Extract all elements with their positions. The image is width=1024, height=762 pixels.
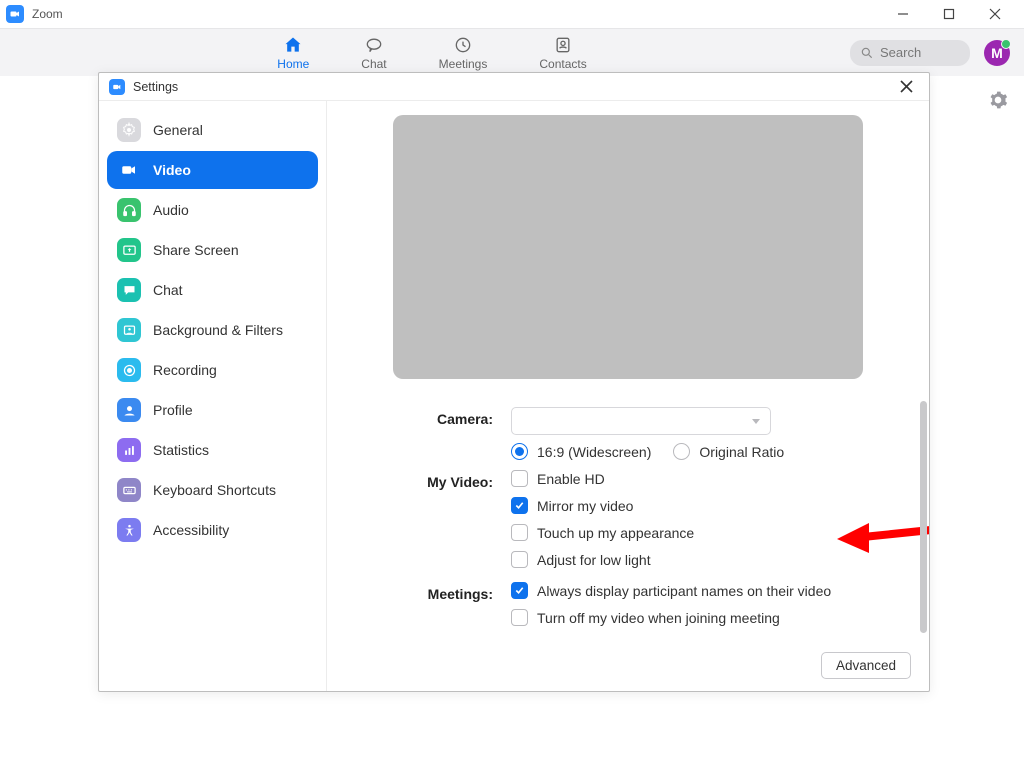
search-input[interactable]: Search [850, 40, 970, 66]
keyboard-icon [117, 478, 141, 502]
search-placeholder: Search [880, 45, 921, 60]
sidebar-item-label: Profile [153, 402, 193, 418]
checkbox-icon [511, 470, 528, 487]
window-title: Zoom [32, 7, 63, 21]
checkbox-icon [511, 582, 528, 599]
checkbox-label: Touch up my appearance [537, 525, 694, 541]
sidebar-item-label: Accessibility [153, 522, 229, 538]
sidebar-item-label: General [153, 122, 203, 138]
window-close-button[interactable] [972, 0, 1018, 28]
stats-icon [117, 438, 141, 462]
sidebar-item-share-screen[interactable]: Share Screen [107, 231, 318, 269]
sidebar-item-label: Video [153, 162, 191, 178]
settings-dialog-title: Settings [133, 80, 178, 94]
zoom-app-icon [6, 5, 24, 23]
checkbox-label: Enable HD [537, 471, 605, 487]
settings-gear-button[interactable] [988, 90, 1008, 115]
gear-icon [117, 118, 141, 142]
zoom-app-icon [109, 79, 125, 95]
share-screen-icon [117, 238, 141, 262]
window-titlebar: Zoom [0, 0, 1024, 28]
settings-main-panel: Camera: 16:9 (Widescreen) Original Ratio [327, 101, 929, 691]
settings-dialog: Settings General Video Audio Share Scree… [98, 72, 930, 692]
sidebar-item-video[interactable]: Video [107, 151, 318, 189]
chat-icon [364, 35, 384, 55]
checkbox-label: Always display participant names on thei… [537, 583, 831, 599]
settings-dialog-header: Settings [99, 73, 929, 101]
checkbox-label: Mirror my video [537, 498, 633, 514]
sidebar-item-label: Keyboard Shortcuts [153, 482, 276, 498]
scrollbar-thumb[interactable] [920, 401, 927, 633]
search-icon [860, 46, 874, 60]
nav-label: Home [277, 57, 309, 71]
sidebar-item-chat[interactable]: Chat [107, 271, 318, 309]
video-icon [117, 158, 141, 182]
background-icon [117, 318, 141, 342]
sidebar-item-label: Recording [153, 362, 217, 378]
checkbox-label: Turn off my video when joining meeting [537, 610, 780, 626]
window-maximize-button[interactable] [926, 0, 972, 28]
checkbox-icon [511, 551, 528, 568]
aspect-widescreen-radio[interactable]: 16:9 (Widescreen) [511, 443, 651, 460]
checkbox-icon [511, 497, 528, 514]
profile-icon [117, 398, 141, 422]
sidebar-item-accessibility[interactable]: Accessibility [107, 511, 318, 549]
settings-close-button[interactable] [893, 74, 919, 100]
video-preview [393, 115, 863, 379]
nav-label: Chat [361, 57, 386, 71]
adjust-low-light-checkbox[interactable]: Adjust for low light [511, 551, 899, 568]
nav-contacts[interactable]: Contacts [539, 35, 586, 71]
radio-label: Original Ratio [699, 444, 784, 460]
sidebar-item-label: Chat [153, 282, 183, 298]
sidebar-item-keyboard-shortcuts[interactable]: Keyboard Shortcuts [107, 471, 318, 509]
radio-icon [673, 443, 690, 460]
display-participant-names-checkbox[interactable]: Always display participant names on thei… [511, 582, 899, 599]
radio-icon [511, 443, 528, 460]
sidebar-item-label: Statistics [153, 442, 209, 458]
advanced-button[interactable]: Advanced [821, 652, 911, 679]
contacts-icon [553, 35, 573, 55]
meetings-label: Meetings: [397, 582, 493, 602]
home-icon [283, 35, 303, 55]
settings-sidebar: General Video Audio Share Screen Chat Ba… [99, 101, 327, 691]
touch-up-appearance-checkbox[interactable]: Touch up my appearance [511, 524, 899, 541]
turn-off-video-joining-checkbox[interactable]: Turn off my video when joining meeting [511, 609, 899, 626]
enable-hd-checkbox[interactable]: Enable HD [511, 470, 899, 487]
sidebar-item-statistics[interactable]: Statistics [107, 431, 318, 469]
nav-chat[interactable]: Chat [361, 35, 386, 71]
headphones-icon [117, 198, 141, 222]
nav-home[interactable]: Home [277, 35, 309, 71]
checkbox-label: Adjust for low light [537, 552, 651, 568]
sidebar-item-label: Audio [153, 202, 189, 218]
avatar[interactable]: M [984, 40, 1010, 66]
accessibility-icon [117, 518, 141, 542]
sidebar-item-label: Background & Filters [153, 322, 283, 338]
sidebar-item-label: Share Screen [153, 242, 239, 258]
sidebar-item-audio[interactable]: Audio [107, 191, 318, 229]
mirror-my-video-checkbox[interactable]: Mirror my video [511, 497, 899, 514]
camera-label: Camera: [397, 407, 493, 427]
nav-meetings[interactable]: Meetings [439, 35, 488, 71]
sidebar-item-recording[interactable]: Recording [107, 351, 318, 389]
nav-label: Meetings [439, 57, 488, 71]
checkbox-icon [511, 609, 528, 626]
chat-icon [117, 278, 141, 302]
aspect-original-radio[interactable]: Original Ratio [673, 443, 784, 460]
record-icon [117, 358, 141, 382]
sidebar-item-profile[interactable]: Profile [107, 391, 318, 429]
nav-label: Contacts [539, 57, 586, 71]
checkbox-icon [511, 524, 528, 541]
my-video-label: My Video: [397, 470, 493, 490]
radio-label: 16:9 (Widescreen) [537, 444, 651, 460]
clock-icon [453, 35, 473, 55]
camera-select[interactable] [511, 407, 771, 435]
sidebar-item-background-filters[interactable]: Background & Filters [107, 311, 318, 349]
top-nav: Home Chat Meetings Contacts Search M [0, 28, 1024, 76]
sidebar-item-general[interactable]: General [107, 111, 318, 149]
window-minimize-button[interactable] [880, 0, 926, 28]
